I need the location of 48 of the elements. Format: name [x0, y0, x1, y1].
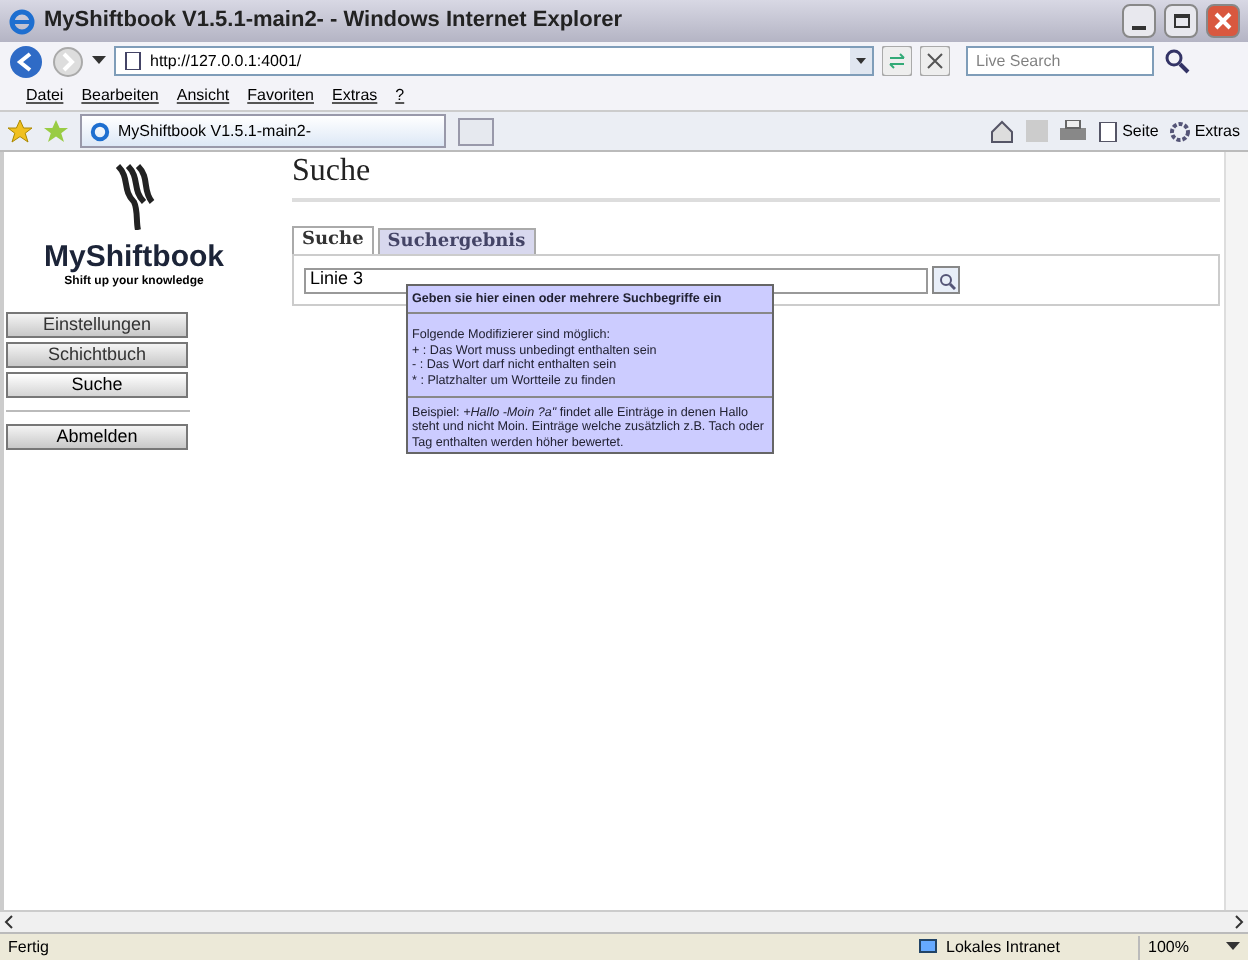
- page-icon: [124, 52, 142, 70]
- search-icon: [937, 271, 955, 289]
- minimize-button[interactable]: [1122, 4, 1156, 38]
- tab[interactable]: Suche: [292, 226, 374, 256]
- home-icon[interactable]: [990, 119, 1015, 143]
- search-button[interactable]: [932, 266, 960, 294]
- nav-button[interactable]: Suche: [6, 372, 188, 398]
- menu-item[interactable]: Extras: [331, 83, 378, 107]
- search-field[interactable]: Live Search: [966, 46, 1154, 76]
- nav-button[interactable]: Schichtbuch: [6, 342, 188, 368]
- star-icon[interactable]: [8, 119, 32, 143]
- logout-button[interactable]: Abmelden: [6, 424, 188, 450]
- browser-tab[interactable]: MyShiftbook V1.5.1-main2-: [80, 114, 446, 148]
- menu-item[interactable]: Ansicht: [176, 83, 230, 107]
- toolbar-button[interactable]: Seite: [1098, 119, 1159, 143]
- menu-item[interactable]: ?: [395, 83, 405, 107]
- back-button[interactable]: [8, 43, 44, 79]
- printer-icon[interactable]: [1060, 120, 1087, 142]
- window-title: MyShiftbook V1.5.1-main2- - Windows Internet Explorer: [44, 6, 624, 37]
- ie-icon: [8, 7, 36, 35]
- logo-icon: [110, 162, 158, 230]
- gear-icon: [1170, 121, 1191, 141]
- page-title: Suche: [292, 154, 373, 190]
- menu-item[interactable]: Datei: [26, 83, 64, 107]
- menu-item[interactable]: Favoriten: [247, 83, 314, 107]
- ie-icon: [90, 121, 110, 141]
- menu-item[interactable]: Bearbeiten: [81, 83, 159, 107]
- caret-icon[interactable]: [92, 56, 106, 66]
- nav-button[interactable]: Einstellungen: [6, 312, 188, 338]
- toolbar-button[interactable]: Extras: [1170, 119, 1240, 143]
- search-icon[interactable]: [1162, 46, 1192, 76]
- tab[interactable]: Suchergebnis: [377, 228, 536, 256]
- network-icon: [918, 937, 938, 957]
- close-button[interactable]: [1206, 4, 1240, 38]
- address-field[interactable]: http://127.0.0.1:4001/: [114, 46, 874, 76]
- status-text: Fertig: [8, 935, 51, 959]
- close-icon: [1214, 12, 1232, 30]
- caret-icon[interactable]: [1226, 942, 1240, 952]
- stop-icon[interactable]: [920, 46, 950, 76]
- vertical-scrollbar[interactable]: [1224, 152, 1248, 910]
- logo-text: MyShiftbook: [44, 240, 224, 275]
- zone-text: Lokales Intranet: [946, 935, 1060, 959]
- horizontal-scrollbar[interactable]: [0, 910, 1248, 932]
- page-icon: [1098, 121, 1119, 141]
- maximize-button[interactable]: [1164, 4, 1198, 38]
- url-text: http://127.0.0.1:4001/: [150, 49, 304, 73]
- zoom-button[interactable]: 100%: [1138, 935, 1226, 959]
- caret-icon[interactable]: [850, 48, 872, 74]
